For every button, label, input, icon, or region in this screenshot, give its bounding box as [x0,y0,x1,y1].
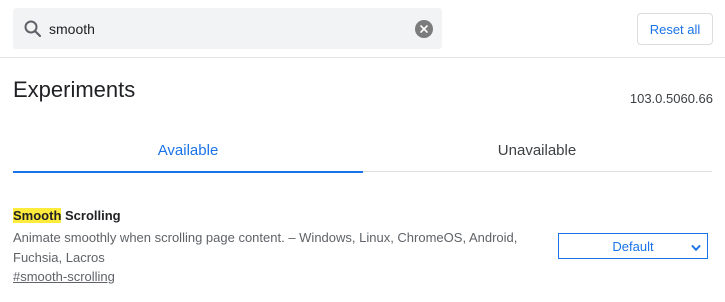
select-value: Default [612,238,654,254]
search-icon [23,19,43,39]
experiment-item: Smooth Scrolling Animate smoothly when s… [13,207,712,284]
experiment-title: Smooth Scrolling [13,207,712,225]
tab-bar: Available Unavailable [13,128,712,173]
tab-unavailable[interactable]: Unavailable [362,128,712,172]
tab-available[interactable]: Available [13,128,363,173]
search-highlight: Smooth [13,208,62,223]
chevron-down-icon [691,241,701,251]
experiment-title-rest: Scrolling [61,208,121,223]
experiment-description: Animate smoothly when scrolling page con… [13,230,518,265]
experiment-state-select[interactable]: Default [558,233,708,259]
clear-icon[interactable] [415,20,433,38]
header: Reset all [0,0,725,58]
search-box[interactable] [13,8,442,49]
version-label: 103.0.5060.66 [629,91,713,106]
page-title: Experiments [13,77,136,102]
reset-all-button[interactable]: Reset all [637,13,713,45]
search-input[interactable] [49,8,409,49]
experiment-permalink[interactable]: #smooth-scrolling [13,268,115,286]
